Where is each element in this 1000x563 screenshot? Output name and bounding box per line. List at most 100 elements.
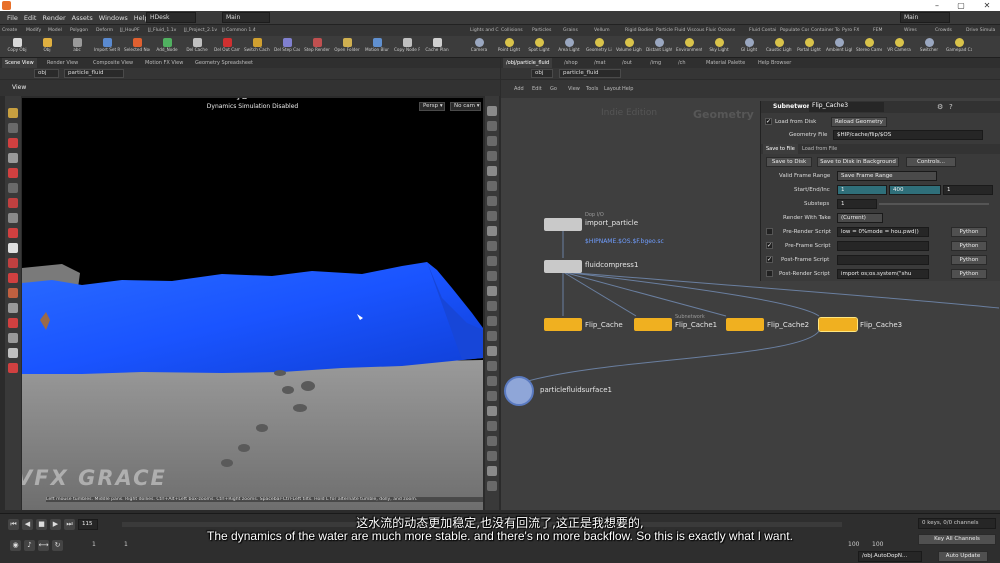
- shelf-tab[interactable]: Wires: [904, 26, 933, 35]
- pane-tab[interactable]: /ch: [675, 58, 689, 68]
- viewport-tool-icon[interactable]: [8, 108, 18, 118]
- param-node-name-field[interactable]: Flip_Cache3: [809, 102, 884, 112]
- shelf-tab[interactable]: Container Tools: [811, 26, 840, 35]
- display-option-icon[interactable]: [487, 331, 497, 341]
- display-option-icon[interactable]: [487, 151, 497, 161]
- display-option-icon[interactable]: [487, 466, 497, 476]
- shelf-tool[interactable]: Camera: [466, 37, 492, 57]
- shelf-tool[interactable]: Environment Light: [676, 37, 702, 57]
- shelf-tool[interactable]: Volume Light: [616, 37, 642, 57]
- display-option-icon[interactable]: [487, 136, 497, 146]
- display-option-icon[interactable]: [487, 376, 497, 386]
- pane-tab[interactable]: /out: [619, 58, 635, 68]
- shelf-tab[interactable]: Polygon: [70, 26, 94, 35]
- display-option-icon[interactable]: [487, 436, 497, 446]
- shelf-tool[interactable]: Gamepad Camera: [946, 37, 972, 57]
- shelf-tab[interactable]: JJ Common 1.4v: [222, 26, 256, 35]
- desk-main-selector[interactable]: Main: [222, 12, 270, 23]
- shelf-tool[interactable]: Copy Node Parm: [394, 37, 420, 57]
- viewport-tool-icon[interactable]: [8, 258, 18, 268]
- path-obj[interactable]: obj: [34, 69, 59, 78]
- node-body[interactable]: [544, 318, 582, 331]
- pane-tab[interactable]: /obj/particle_fluid: [503, 58, 553, 68]
- network-menu-item[interactable]: View: [565, 84, 583, 94]
- shelf-tab[interactable]: Particles: [532, 26, 561, 35]
- network-menu-item[interactable]: Add: [511, 84, 527, 94]
- display-option-icon[interactable]: [487, 316, 497, 326]
- display-option-icon[interactable]: [487, 106, 497, 116]
- save-to-disk-button[interactable]: Save to Disk: [766, 157, 812, 167]
- camera-menu[interactable]: No cam ▾: [450, 102, 481, 111]
- net-path-obj[interactable]: obj: [531, 69, 553, 78]
- viewport-tool-icon[interactable]: [8, 288, 18, 298]
- shelf-tool[interactable]: Switcher: [916, 37, 942, 57]
- view-options-icon[interactable]: ⤡ ⌂: [233, 98, 247, 102]
- shelf-tool[interactable]: Del Out Cam: [214, 37, 240, 57]
- valid-frame-range-select[interactable]: Save Frame Range: [837, 171, 937, 181]
- viewport-tool-icon[interactable]: [8, 183, 18, 193]
- shelf-tool[interactable]: Ambient Light: [826, 37, 852, 57]
- network-menu-item[interactable]: Tools: [583, 84, 601, 94]
- maximize-button[interactable]: ▢: [952, 0, 970, 11]
- display-option-icon[interactable]: [487, 481, 497, 491]
- menu-item-edit[interactable]: Edit: [21, 11, 40, 25]
- menu-item-windows[interactable]: Windows: [96, 11, 131, 25]
- shelf-tab[interactable]: Crowds: [935, 26, 964, 35]
- display-option-icon[interactable]: [487, 226, 497, 236]
- shelf-tool[interactable]: Caustic Light: [766, 37, 792, 57]
- node-body[interactable]: [634, 318, 672, 331]
- substeps-slider[interactable]: [879, 203, 989, 205]
- menu-item-file[interactable]: File: [4, 11, 21, 25]
- shelf-tool[interactable]: Sky Light: [706, 37, 732, 57]
- shelf-tool[interactable]: Add_Node: [154, 37, 180, 57]
- shelf-tab[interactable]: JJ_HouPF: [120, 26, 146, 35]
- viewport-tool-icon[interactable]: [8, 273, 18, 283]
- shelf-tab[interactable]: Particle Fluids: [656, 26, 685, 35]
- display-option-icon[interactable]: [487, 241, 497, 251]
- display-option-icon[interactable]: [487, 211, 497, 221]
- viewport-tool-icon[interactable]: [8, 333, 18, 343]
- display-option-icon[interactable]: [487, 346, 497, 356]
- viewport-tool-icon[interactable]: [8, 243, 18, 253]
- shelf-tab[interactable]: Fluid Contai: [749, 26, 778, 35]
- pre-frame-language[interactable]: Python: [951, 241, 987, 251]
- display-option-icon[interactable]: [487, 166, 497, 176]
- shelf-tool[interactable]: GI Light: [736, 37, 762, 57]
- shelf-tool[interactable]: Spot Light: [526, 37, 552, 57]
- shelf-tool[interactable]: VR Camera: [886, 37, 912, 57]
- pre-frame-checkbox[interactable]: ✓: [766, 242, 773, 249]
- pane-tab[interactable]: Scene View: [2, 58, 37, 68]
- auto-update-button[interactable]: Auto Update: [938, 551, 988, 562]
- scene-viewport[interactable]: Dynamics Simulation Disabled ⤡ ⌂ Persp ▾…: [22, 98, 483, 510]
- pane-tab[interactable]: Composite View: [90, 58, 136, 68]
- param-gear-icon[interactable]: ⚙: [937, 103, 943, 111]
- menu-item-render[interactable]: Render: [39, 11, 68, 25]
- shelf-tool[interactable]: Open Folder: [334, 37, 360, 57]
- shelf-tool[interactable]: Del Cache: [184, 37, 210, 57]
- display-option-icon[interactable]: [487, 121, 497, 131]
- pane-tab[interactable]: Render View: [44, 58, 81, 68]
- shelf-tab[interactable]: Grains: [563, 26, 592, 35]
- shelf-tool[interactable]: abc: [64, 37, 90, 57]
- shelf-tab[interactable]: Create: [2, 26, 24, 35]
- tab-save-to-file[interactable]: Save to File: [763, 144, 798, 154]
- shelf-tab[interactable]: Model: [48, 26, 68, 35]
- network-menu-item[interactable]: Go: [547, 84, 560, 94]
- viewport-tool-icon[interactable]: [8, 153, 18, 163]
- shelf-tool[interactable]: Motion Blur: [364, 37, 390, 57]
- display-option-icon[interactable]: [487, 391, 497, 401]
- shelf-tab[interactable]: Pyro FX: [842, 26, 871, 35]
- pane-tab[interactable]: Motion FX View: [142, 58, 186, 68]
- end-frame-field[interactable]: 400: [889, 185, 941, 195]
- post-frame-language[interactable]: Python: [951, 255, 987, 265]
- shelf-tool[interactable]: Copy Obj: [4, 37, 30, 57]
- shelf-tab[interactable]: Lights and C: [470, 26, 499, 35]
- shelf-tool[interactable]: Stereo Camera: [856, 37, 882, 57]
- param-help-icon[interactable]: ?: [949, 103, 953, 111]
- close-button[interactable]: ✕: [978, 0, 996, 11]
- node-body[interactable]: [504, 376, 534, 406]
- shelf-tab[interactable]: Drive Simula: [966, 26, 995, 35]
- save-background-button[interactable]: Save to Disk in Background: [817, 157, 899, 167]
- shelf-tool[interactable]: Geometry Light: [586, 37, 612, 57]
- display-option-icon[interactable]: [487, 421, 497, 431]
